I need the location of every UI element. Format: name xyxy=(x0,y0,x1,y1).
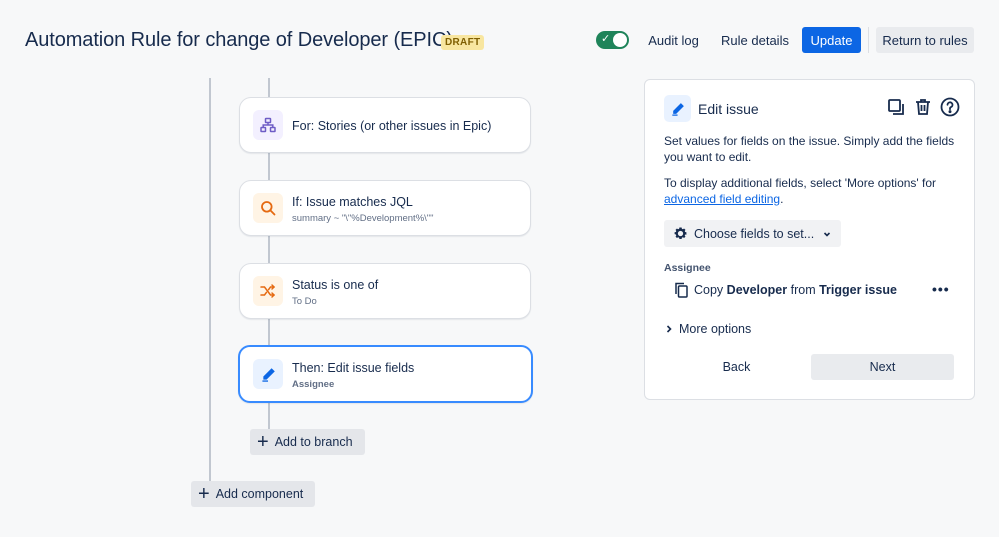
step-card-condition[interactable]: If: Issue matches JQL summary ~ "\"%Deve… xyxy=(239,180,531,236)
assignee-copy-row: Copy Developer from Trigger issue xyxy=(674,282,897,298)
more-options-label: More options xyxy=(679,322,752,336)
panel-description: Set values for fields on the issue. Simp… xyxy=(664,134,955,164)
copy-prefix: Copy xyxy=(694,283,724,297)
search-icon xyxy=(253,193,283,223)
pencil-icon xyxy=(253,359,283,389)
draft-badge: DRAFT xyxy=(441,35,485,50)
advanced-field-editing-link[interactable]: advanced field editing xyxy=(664,192,780,206)
chevron-down-icon xyxy=(822,229,832,239)
panel-description-more: To display additional fields, select 'Mo… xyxy=(664,175,964,207)
choose-fields-label: Choose fields to set... xyxy=(694,226,815,241)
toggle-knob xyxy=(613,33,627,47)
step-card-status-condition[interactable]: Status is one of To Do xyxy=(239,263,531,319)
copy-source: Trigger issue xyxy=(819,283,897,297)
step-subtitle: To Do xyxy=(292,296,317,307)
add-component-label: Add component xyxy=(215,487,304,501)
header-divider xyxy=(868,27,869,53)
pencil-icon xyxy=(664,95,691,122)
audit-log-button[interactable]: Audit log xyxy=(641,27,706,53)
next-button[interactable]: Next xyxy=(811,354,954,380)
trash-icon[interactable] xyxy=(913,97,933,117)
add-to-branch-button[interactable]: + Add to branch xyxy=(250,429,365,455)
step-subtitle: Assignee xyxy=(292,379,335,390)
step-subtitle: summary ~ "\"%Development%\"" xyxy=(292,213,434,224)
plus-icon: + xyxy=(198,483,210,505)
copy-icon xyxy=(674,282,689,298)
rule-enabled-toggle[interactable]: ✓ xyxy=(596,31,629,49)
hierarchy-icon xyxy=(253,110,283,140)
plus-icon: + xyxy=(257,431,269,453)
step-title: Then: Edit issue fields xyxy=(292,361,415,375)
choose-fields-dropdown[interactable]: Choose fields to set... xyxy=(664,220,841,247)
copy-field: Developer xyxy=(726,283,788,297)
desc-text: To display additional fields, select 'Mo… xyxy=(664,176,937,190)
gear-icon xyxy=(673,226,688,241)
main-flow-line xyxy=(209,78,211,486)
check-icon: ✓ xyxy=(601,33,611,45)
edit-issue-panel: Edit issue Set values for fields on the … xyxy=(644,79,975,400)
help-icon[interactable] xyxy=(940,97,960,117)
step-title: Status is one of xyxy=(292,278,379,292)
rule-details-button[interactable]: Rule details xyxy=(716,27,794,53)
step-title: For: Stories (or other issues in Epic) xyxy=(292,119,492,133)
chevron-right-icon xyxy=(665,324,673,334)
copy-icon[interactable] xyxy=(886,97,906,117)
assignee-label: Assignee xyxy=(664,262,711,274)
desc-suffix: . xyxy=(780,192,784,206)
shuffle-icon xyxy=(253,276,283,306)
more-options-toggle[interactable]: More options xyxy=(665,322,751,336)
back-button[interactable]: Back xyxy=(666,354,807,380)
update-button[interactable]: Update xyxy=(802,27,861,53)
add-component-button[interactable]: + Add component xyxy=(191,481,315,507)
add-to-branch-label: Add to branch xyxy=(274,435,353,449)
step-title: If: Issue matches JQL xyxy=(292,195,413,209)
copy-middle: from xyxy=(790,283,816,297)
step-card-action-selected[interactable]: Then: Edit issue fields Assignee xyxy=(238,345,533,403)
page-title: Automation Rule for change of Developer … xyxy=(25,29,453,51)
step-card-branch[interactable]: For: Stories (or other issues in Epic) xyxy=(239,97,531,153)
return-to-rules-button[interactable]: Return to rules xyxy=(876,27,974,53)
panel-title: Edit issue xyxy=(698,101,759,117)
more-actions-icon[interactable]: ••• xyxy=(932,281,950,297)
